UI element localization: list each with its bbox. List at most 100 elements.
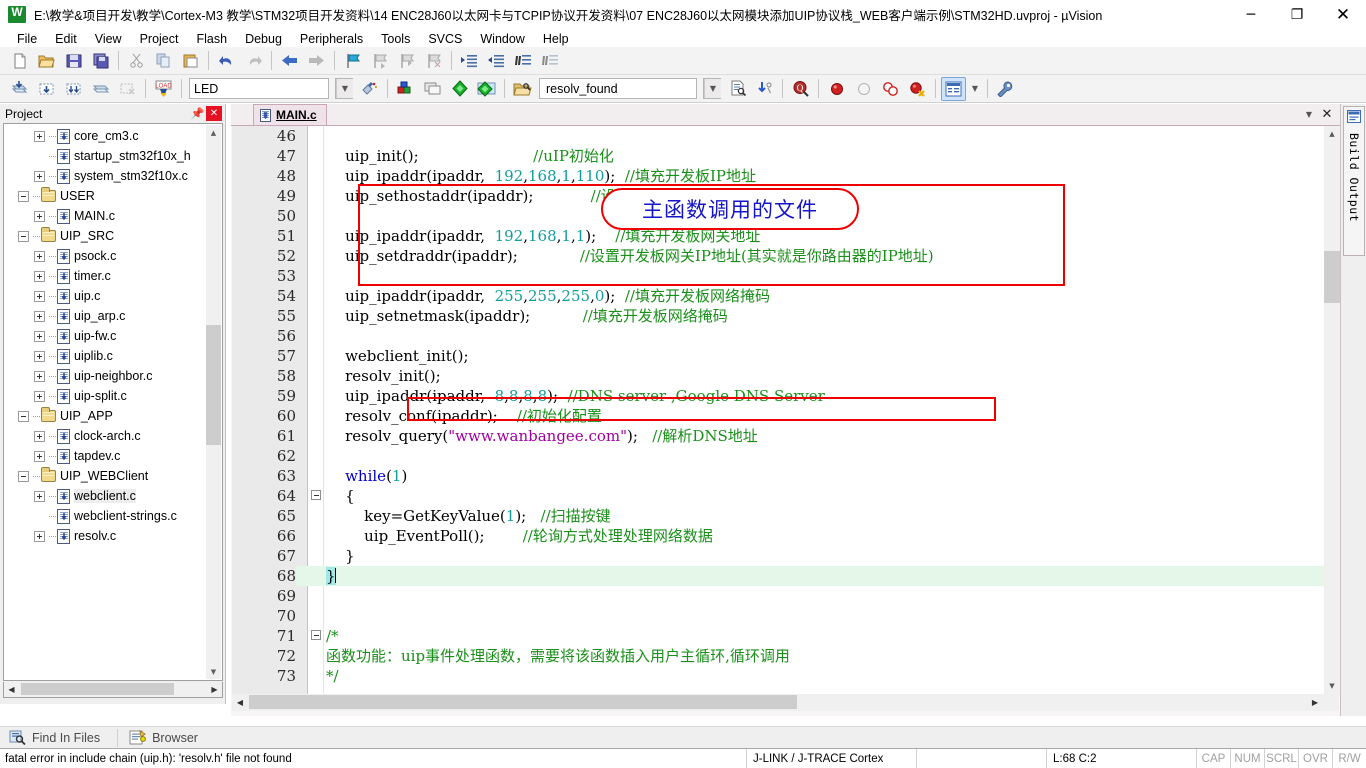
collapse-minus-icon[interactable] [18,190,29,202]
clear-bookmarks-button[interactable] [421,49,446,73]
window-layout-button[interactable] [941,76,966,101]
code-line[interactable]: 53 [232,266,1339,286]
tree-item-uiplib-c[interactable]: uiplib.c [4,346,207,366]
expand-plus-icon[interactable] [34,390,45,402]
tree-item-timer-c[interactable]: timer.c [4,266,207,286]
code-line[interactable]: 70 [232,606,1339,626]
code-line[interactable]: 55 uip_setnetmask(ipaddr); //填充开发板网络掩码 [232,306,1339,326]
outdent-button[interactable] [484,49,509,73]
code-line[interactable]: 63 while(1) [232,466,1339,486]
menu-edit[interactable]: Edit [46,31,86,47]
tree-item-uip-webclient[interactable]: UIP_WEBClient [4,466,207,486]
open-file-button[interactable] [34,49,59,73]
undo-button[interactable] [214,49,239,73]
code-line[interactable]: 72 函数功能：uip事件处理函数，需要将该函数插入用户主循环,循环调用 [232,646,1339,666]
scroll-up-arrow-icon[interactable]: ▲ [1324,126,1340,142]
goto-definition-button[interactable] [725,77,750,101]
tree-item-uip-neighbor-c[interactable]: uip-neighbor.c [4,366,207,386]
menu-project[interactable]: Project [131,31,188,47]
expand-plus-icon[interactable] [34,210,45,222]
code-line[interactable]: 65 key=GetKeyValue(1); //扫描按键 [232,506,1339,526]
function-select-arrow-box[interactable]: ▼ [703,78,721,99]
collapse-minus-icon[interactable] [18,230,29,242]
scroll-left-arrow-icon[interactable]: ◀ [4,682,19,696]
tree-item-core-cm3-c[interactable]: core_cm3.c [4,126,207,146]
project-tree[interactable]: key.cusart.csys.ctime.cenc28j60.cSYSLIBc… [3,123,223,681]
expand-plus-icon[interactable] [34,170,45,182]
scroll-up-arrow-icon[interactable]: ▲ [206,125,221,140]
tree-item-resolv-c[interactable]: resolv.c [4,526,207,546]
disable-breakpoint-button[interactable] [851,77,876,101]
copy-button[interactable] [151,49,176,73]
save-button[interactable] [61,49,86,73]
kill-all-breakpoints-button[interactable] [905,77,930,101]
navigate-back-button[interactable] [277,49,302,73]
tree-item-tapdev-c[interactable]: tapdev.c [4,446,207,466]
pin-icon[interactable]: 📌 [189,106,206,122]
fold-collapse-icon[interactable] [311,490,321,500]
uncomment-button[interactable] [538,49,563,73]
multi-project-button[interactable] [420,77,445,101]
chevron-down-icon[interactable]: ▼ [1300,106,1318,123]
code-line[interactable]: 48 uip_ipaddr(ipaddr, 192,168,1,110); //… [232,166,1339,186]
code-editor[interactable]: 46 47 uip_init(); //uIP初始化 48 uip_ipaddr(i… [232,126,1339,694]
minimize-button[interactable]: ─ [1228,0,1274,30]
editor-vertical-scrollbar[interactable]: ▲ ▼ [1324,126,1340,694]
open-project-button[interactable] [510,77,535,101]
scroll-right-arrow-icon[interactable]: ▶ [207,682,222,696]
insert-breakpoint-button[interactable] [824,77,849,101]
run-time-env-button[interactable] [474,77,499,101]
expand-plus-icon[interactable] [34,430,45,442]
navigate-forward-button[interactable] [304,49,329,73]
cut-button[interactable] [124,49,149,73]
expand-plus-icon[interactable] [34,290,45,302]
browser-button[interactable]: Browser [124,728,209,748]
tree-item-main-c[interactable]: MAIN.c [4,206,207,226]
scroll-thumb[interactable] [206,325,221,445]
scroll-down-arrow-icon[interactable]: ▼ [206,664,221,679]
expand-plus-icon[interactable] [34,310,45,322]
close-icon[interactable]: ✕ [206,106,222,121]
fold-collapse-icon[interactable] [311,630,321,640]
tree-item-uip-fw-c[interactable]: uip-fw.c [4,326,207,346]
insert-bookmark-button[interactable] [340,49,365,73]
menu-help[interactable]: Help [534,31,578,47]
prev-bookmark-button[interactable] [367,49,392,73]
close-icon[interactable]: ✕ [1318,106,1336,123]
close-button[interactable]: ✕ [1320,0,1366,30]
menu-peripherals[interactable]: Peripherals [291,31,372,47]
tree-item-user[interactable]: USER [4,186,207,206]
maximize-button[interactable]: ❐ [1274,0,1320,30]
download-button[interactable]: LOAD [151,77,176,101]
tree-item-uip-c[interactable]: uip.c [4,286,207,306]
tree-item-psock-c[interactable]: psock.c [4,246,207,266]
code-line[interactable]: 57 webclient_init(); [232,346,1339,366]
tree-item-webclient-c[interactable]: webclient.c [4,486,207,506]
tree-item-uip-arp-c[interactable]: uip_arp.c [4,306,207,326]
code-line[interactable]: 47 uip_init(); //uIP初始化 [232,146,1339,166]
configuration-wizard-button[interactable] [993,77,1018,101]
new-file-button[interactable] [7,49,32,73]
paste-button[interactable] [178,49,203,73]
menu-view[interactable]: View [86,31,131,47]
expand-plus-icon[interactable] [34,490,45,502]
code-line[interactable]: 69 [232,586,1339,606]
redo-button[interactable] [241,49,266,73]
target-select[interactable]: LED [189,78,329,99]
editor-tab-main-c[interactable]: MAIN.c [253,104,327,125]
code-line[interactable]: 59 uip_ipaddr(ipaddr, 8,8,8,8); //DNS se… [232,386,1339,406]
expand-plus-icon[interactable] [34,250,45,262]
code-line[interactable]: 58 resolv_init(); [232,366,1339,386]
code-line[interactable]: 60 resolv_conf(ipaddr); //初始化配置 [232,406,1339,426]
scroll-thumb[interactable] [1324,251,1340,303]
code-line[interactable]: 67 } [232,546,1339,566]
tree-item-uip-src[interactable]: UIP_SRC [4,226,207,246]
indent-button[interactable] [457,49,482,73]
code-line[interactable]: 56 [232,326,1339,346]
editor-horizontal-scrollbar[interactable]: ◀ ▶ [232,694,1339,711]
code-line[interactable]: 71 /* [232,626,1339,646]
pack-installer-button[interactable] [447,77,472,101]
menu-tools[interactable]: Tools [372,31,419,47]
tree-item-uip-app[interactable]: UIP_APP [4,406,207,426]
menu-file[interactable]: File [8,31,46,47]
